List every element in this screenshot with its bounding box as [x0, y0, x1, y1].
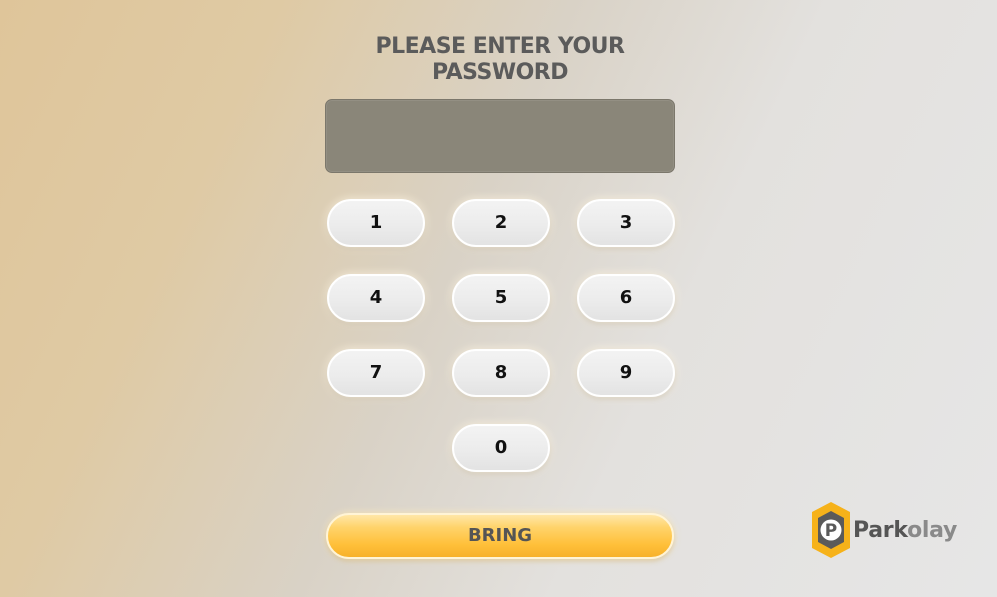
keypad-key-8[interactable]: 8: [452, 349, 550, 397]
keypad-key-5[interactable]: 5: [452, 274, 550, 322]
keypad-key-7[interactable]: 7: [327, 349, 425, 397]
page-title-line-1: PLEASE ENTER YOUR: [375, 34, 625, 59]
keypad-key-0[interactable]: 0: [452, 424, 550, 472]
brand-name: Parkolay: [853, 517, 957, 545]
logo-letter: P: [825, 521, 837, 541]
keypad-key-1[interactable]: 1: [327, 199, 425, 247]
page-title: PLEASE ENTER YOUR PASSWORD: [325, 34, 675, 86]
keypad-key-9[interactable]: 9: [577, 349, 675, 397]
parkolay-logo: P Parkolay: [810, 501, 970, 561]
password-display: [325, 99, 675, 173]
bring-button[interactable]: BRING: [326, 513, 674, 559]
page-title-line-2: PASSWORD: [431, 60, 569, 85]
keypad-key-4[interactable]: 4: [327, 274, 425, 322]
parking-p-icon: P: [812, 502, 850, 558]
brand-name-part-2: olay: [907, 518, 958, 543]
keypad-key-6[interactable]: 6: [577, 274, 675, 322]
keypad-key-2[interactable]: 2: [452, 199, 550, 247]
brand-name-part-1: Park: [853, 518, 908, 543]
keypad-key-3[interactable]: 3: [577, 199, 675, 247]
